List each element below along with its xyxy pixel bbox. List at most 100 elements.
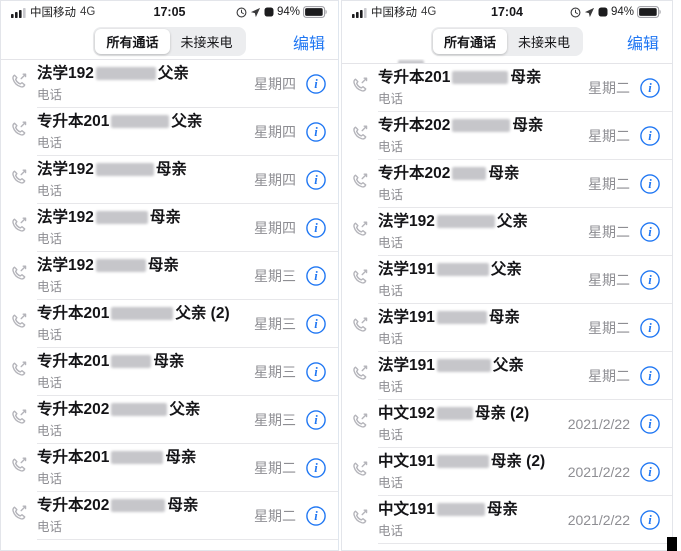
- nav-bar: 所有通话 未接来电 编辑: [342, 23, 672, 59]
- svg-text:i: i: [648, 321, 652, 335]
- location-arrow-icon: [250, 7, 261, 18]
- caller-name-prefix: 专升本201: [37, 113, 109, 131]
- call-date-label: 星期四: [254, 74, 296, 94]
- call-type-label: 电话: [37, 180, 254, 199]
- call-type-label: 电话: [378, 88, 588, 107]
- outgoing-call-icon: [11, 264, 28, 281]
- caller-name-prefix: 专升本202: [378, 165, 450, 183]
- call-log-row[interactable]: 专升本201父亲 (2) 电话 星期三 i: [1, 300, 338, 348]
- info-icon[interactable]: i: [639, 509, 661, 531]
- info-icon[interactable]: i: [305, 121, 327, 143]
- info-icon[interactable]: i: [639, 365, 661, 387]
- info-icon[interactable]: i: [305, 313, 327, 335]
- call-list: 法学192父亲 电话 星期四 i 专升本201父亲 电话 星期四 i: [1, 59, 338, 540]
- call-type-label: 电话: [37, 324, 254, 343]
- info-icon[interactable]: i: [305, 217, 327, 239]
- caller-name-suffix: 父亲: [158, 65, 189, 83]
- call-log-row[interactable]: 法学192母亲 电话 星期三 i: [1, 252, 338, 300]
- call-log-row[interactable]: 专升本201母亲 电话 星期三 i: [1, 348, 338, 396]
- svg-text:i: i: [648, 225, 652, 239]
- edit-button[interactable]: 编辑: [627, 30, 659, 54]
- call-type-label: 电话: [378, 424, 568, 443]
- call-date-label: 星期三: [254, 410, 296, 430]
- caller-name: 专升本202母亲: [37, 497, 254, 515]
- svg-text:i: i: [648, 417, 652, 431]
- info-icon[interactable]: i: [305, 505, 327, 527]
- redaction-blur: [437, 455, 489, 468]
- call-type-label: 电话: [37, 132, 254, 151]
- call-log-row[interactable]: 专升本202母亲 电话 星期二 i: [342, 112, 672, 160]
- caller-name-suffix: 父亲: [497, 213, 528, 231]
- alarm-clock-icon: [570, 7, 581, 18]
- call-log-row[interactable]: 法学192父亲 电话 星期四 i: [1, 60, 338, 108]
- call-log-row[interactable]: 中文191母亲 (2) 电话 2021/2/22 i: [342, 448, 672, 496]
- tab-missed-calls[interactable]: 未接来电: [170, 29, 244, 54]
- call-log-row[interactable]: 中文191母亲 电话 2021/2/22 i: [342, 496, 672, 544]
- call-type-label: 电话: [378, 472, 568, 491]
- svg-text:i: i: [314, 461, 318, 475]
- redaction-blur: [96, 67, 156, 80]
- info-icon[interactable]: i: [639, 221, 661, 243]
- call-date-label: 星期二: [588, 318, 630, 338]
- info-icon[interactable]: i: [305, 361, 327, 383]
- tab-all-calls[interactable]: 所有通话: [433, 29, 507, 54]
- tab-missed-calls[interactable]: 未接来电: [507, 29, 581, 54]
- svg-text:i: i: [314, 221, 318, 235]
- location-arrow-icon: [584, 7, 595, 18]
- caller-name-suffix: 母亲 (2): [475, 405, 529, 423]
- row-divider: [378, 543, 672, 544]
- caller-name-prefix: 专升本201: [37, 449, 109, 467]
- svg-text:i: i: [648, 273, 652, 287]
- call-date-label: 星期四: [254, 218, 296, 238]
- info-icon[interactable]: i: [305, 73, 327, 95]
- info-icon[interactable]: i: [305, 409, 327, 431]
- redaction-blur: [437, 311, 487, 324]
- svg-text:i: i: [314, 509, 318, 523]
- call-log-row[interactable]: 法学192父亲 电话 星期二 i: [342, 208, 672, 256]
- outgoing-call-icon: [352, 172, 369, 189]
- caller-name-suffix: 母亲: [512, 117, 543, 135]
- call-type-label: 电话: [37, 372, 254, 391]
- battery-icon: [303, 6, 328, 18]
- call-log-row[interactable]: 专升本202母亲 电话 星期二 i: [1, 492, 338, 540]
- caller-name: 法学192母亲: [37, 209, 254, 227]
- edit-button[interactable]: 编辑: [293, 30, 325, 54]
- call-log-row[interactable]: 专升本202父亲 电话 星期三 i: [1, 396, 338, 444]
- info-icon[interactable]: i: [639, 461, 661, 483]
- call-date-label: 2021/2/22: [568, 512, 630, 528]
- cursor-artifact-black-mark: [667, 537, 677, 551]
- info-icon[interactable]: i: [305, 457, 327, 479]
- info-icon[interactable]: i: [305, 169, 327, 191]
- info-icon[interactable]: i: [639, 269, 661, 291]
- call-date-label: 星期二: [588, 78, 630, 98]
- call-log-row[interactable]: 专升本201母亲 电话 星期二 i: [1, 444, 338, 492]
- call-log-row[interactable]: 法学191父亲 电话 星期二 i: [342, 352, 672, 400]
- call-log-row[interactable]: 专升本201父亲 电话 星期四 i: [1, 108, 338, 156]
- info-icon[interactable]: i: [639, 317, 661, 339]
- call-log-row[interactable]: 专升本202母亲 电话 星期二 i: [342, 160, 672, 208]
- call-log-row[interactable]: 中文192母亲 (2) 电话 2021/2/22 i: [342, 400, 672, 448]
- outgoing-call-icon: [352, 124, 369, 141]
- info-icon[interactable]: i: [639, 173, 661, 195]
- call-type-label: 电话: [37, 468, 254, 487]
- call-log-row[interactable]: 法学191父亲 电话 星期二 i: [342, 256, 672, 304]
- outgoing-call-icon: [352, 316, 369, 333]
- caller-name: 专升本201母亲: [37, 449, 254, 467]
- tab-all-calls[interactable]: 所有通话: [95, 29, 169, 54]
- redaction-blur: [437, 359, 491, 372]
- redaction-blur: [111, 115, 169, 128]
- info-icon[interactable]: i: [639, 125, 661, 147]
- call-date-label: 星期二: [254, 458, 296, 478]
- info-icon[interactable]: i: [639, 413, 661, 435]
- info-icon[interactable]: i: [639, 77, 661, 99]
- redaction-blur: [96, 259, 146, 272]
- outgoing-call-icon: [11, 504, 28, 521]
- call-date-label: 星期二: [588, 366, 630, 386]
- call-log-row[interactable]: 法学191母亲 电话 星期二 i: [342, 304, 672, 352]
- svg-text:i: i: [314, 173, 318, 187]
- caller-name: 专升本201母亲: [378, 69, 588, 87]
- info-icon[interactable]: i: [305, 265, 327, 287]
- call-log-row[interactable]: 专升本201母亲 电话 星期二 i: [342, 64, 672, 112]
- call-log-row[interactable]: 法学192母亲 电话 星期四 i: [1, 204, 338, 252]
- call-log-row[interactable]: 法学192母亲 电话 星期四 i: [1, 156, 338, 204]
